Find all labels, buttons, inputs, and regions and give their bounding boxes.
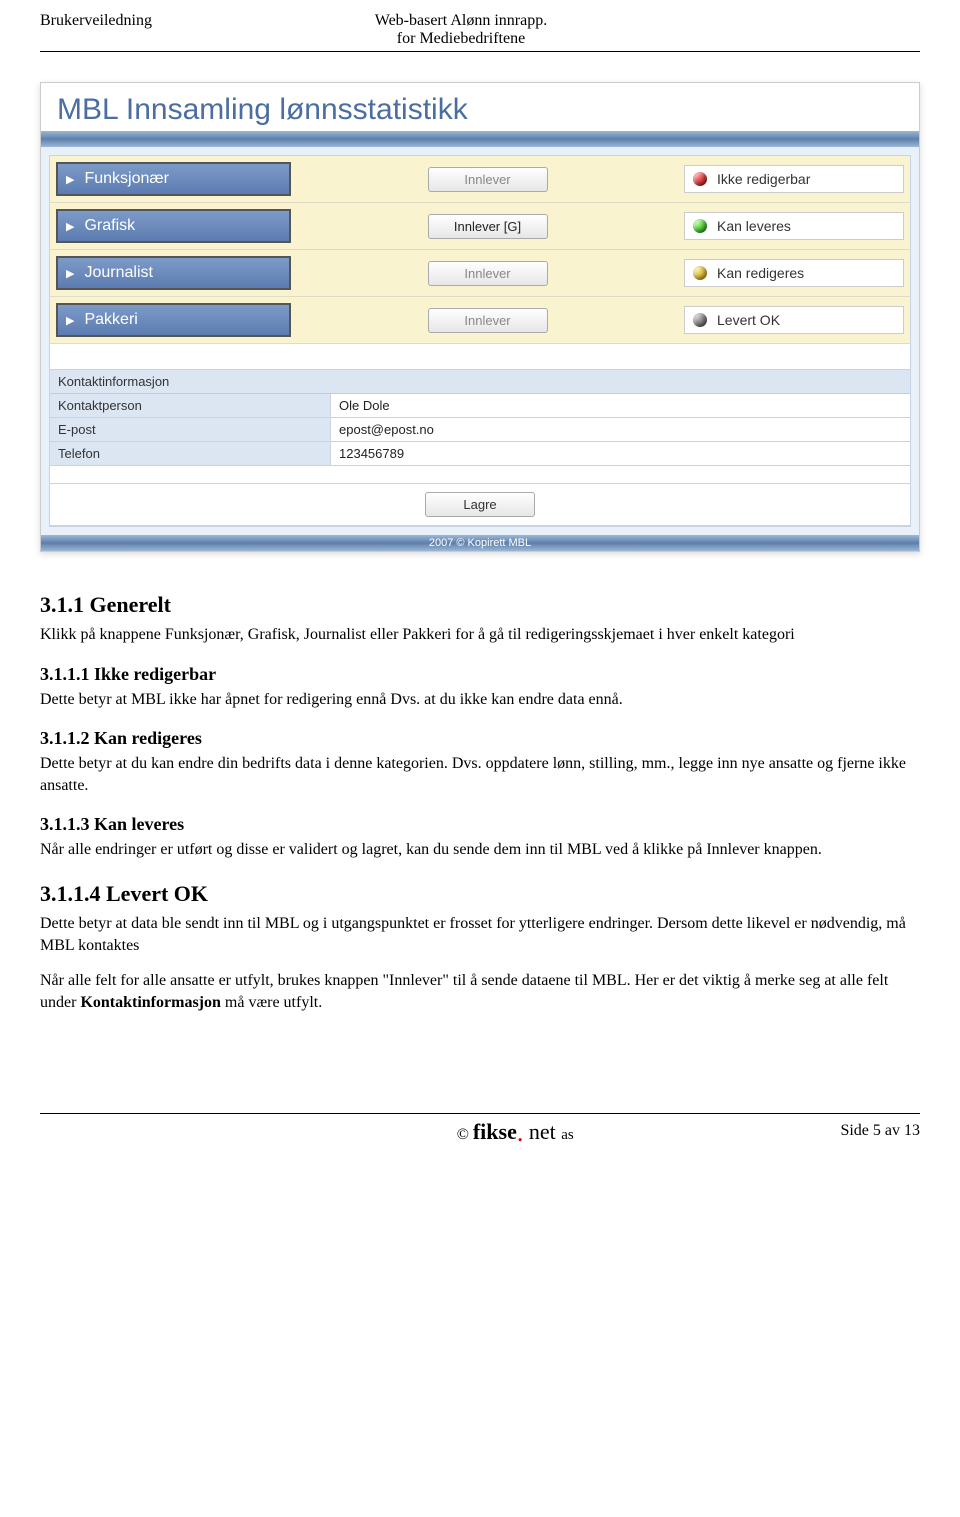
status-text: Ikke redigerbar [717,171,810,187]
innlever-cell: Innlever [301,167,674,192]
save-row: Lagre [50,484,910,526]
spacer-row [50,466,910,484]
subsection-heading-3113: 3.1.1.3 Kan leveres [40,814,920,835]
contact-field-label: Kontaktperson [50,394,330,417]
section-text-311: Klikk på knappene Funksjonær, Grafisk, J… [40,624,920,646]
category-label: Pakkeri [84,311,137,329]
subsection-heading-3111: 3.1.1.1 Ikke redigerbar [40,664,920,685]
category-button-journalist[interactable]: ▶ Journalist [56,256,291,290]
contact-field-row: Kontaktperson Ole Dole [50,394,910,418]
document-header: Brukerveiledning Web-basert Alønn innrap… [40,12,920,50]
category-row: ▶ Pakkeri Innlever Levert OK [50,297,910,344]
contact-section-header: Kontaktinformasjon [50,370,910,394]
subsection-text-3111: Dette betyr at MBL ikke har åpnet for re… [40,689,920,711]
category-row: ▶ Journalist Innlever Kan redigeres [50,250,910,297]
status-text: Kan leveres [717,218,791,234]
category-label: Funksjonær [84,170,168,188]
category-button-pakkeri[interactable]: ▶ Pakkeri [56,303,291,337]
document-footer: © fikse. net as Side 5 av 13 [40,1113,920,1146]
innlever-cell: Innlever [301,308,674,333]
innlever-button[interactable]: Innlever [428,167,548,192]
section-heading-311: 3.1.1 Generelt [40,592,920,618]
app-body: ▶ Funksjonær Innlever Ikke redigerbar ▶ … [41,147,919,535]
app-footer: 2007 © Kopirett MBL [41,535,919,551]
save-button[interactable]: Lagre [425,492,535,517]
app-inner-panel: ▶ Funksjonær Innlever Ikke redigerbar ▶ … [49,155,911,527]
status-dot-icon [693,172,707,186]
innlever-cell: Innlever [301,261,674,286]
brand-dot-icon: . [517,1118,524,1147]
header-left: Brukerveiledning [40,12,152,48]
contact-field-label: E-post [50,418,330,441]
contact-field-row: Telefon 123456789 [50,442,910,466]
text-frag-b: Kontaktinformasjon [80,994,220,1011]
category-row: ▶ Funksjonær Innlever Ikke redigerbar [50,156,910,203]
header-center-line1: Web-basert Alønn innrapp. [152,12,770,30]
contact-field-value[interactable]: 123456789 [330,442,910,465]
brand-as: as [561,1127,574,1143]
chevron-right-icon: ▶ [66,220,74,233]
spacer-row [50,344,910,370]
status-dot-icon [693,313,707,327]
subsection-heading-3112: 3.1.1.2 Kan redigeres [40,728,920,749]
subsection-text-3112: Dette betyr at du kan endre din bedrifts… [40,753,920,796]
status-cell: Ikke redigerbar [684,165,904,193]
text-frag-c: må være utfylt. [221,994,322,1011]
category-label: Grafisk [84,217,135,235]
contact-field-row: E-post epost@epost.no [50,418,910,442]
footer-brand: © fikse. net as [190,1116,840,1146]
app-titlebar: MBL Innsamling lønnsstatistikk [41,83,919,131]
app-screenshot: MBL Innsamling lønnsstatistikk ▶ Funksjo… [40,82,920,552]
contact-field-value[interactable]: epost@epost.no [330,418,910,441]
contact-field-value[interactable]: Ole Dole [330,394,910,417]
subsection-text-3113: Når alle endringer er utført og disse er… [40,839,920,861]
header-rule [40,51,920,52]
subsection-text-3114-p1: Dette betyr at data ble sendt inn til MB… [40,913,920,956]
status-text: Kan redigeres [717,265,804,281]
status-dot-icon [693,266,707,280]
innlever-button[interactable]: Innlever [428,261,548,286]
header-center: Web-basert Alønn innrapp. for Mediebedri… [152,12,770,48]
category-button-grafisk[interactable]: ▶ Grafisk [56,209,291,243]
chevron-right-icon: ▶ [66,173,74,186]
status-cell: Kan leveres [684,212,904,240]
category-label: Journalist [84,264,152,282]
header-right-spacer [770,12,920,48]
subsection-heading-3114: 3.1.1.4 Levert OK [40,881,920,907]
chevron-right-icon: ▶ [66,314,74,327]
contact-field-label: Telefon [50,442,330,465]
category-row: ▶ Grafisk Innlever [G] Kan leveres [50,203,910,250]
innlever-button[interactable]: Innlever [G] [428,214,548,239]
page-number: Side 5 av 13 [840,1122,920,1140]
brand-net: net [523,1119,561,1144]
status-cell: Levert OK [684,306,904,334]
status-dot-icon [693,219,707,233]
brand-fikse: fikse [473,1119,517,1144]
header-center-line2: for Mediebedriftene [152,30,770,48]
category-button-funksjonaer[interactable]: ▶ Funksjonær [56,162,291,196]
app-title: MBL Innsamling lønnsstatistikk [57,93,903,127]
innlever-cell: Innlever [G] [301,214,674,239]
decorative-bar-top [41,131,919,147]
status-cell: Kan redigeres [684,259,904,287]
subsection-text-3114-p2: Når alle felt for alle ansatte er utfylt… [40,970,920,1013]
status-text: Levert OK [717,312,780,328]
innlever-button[interactable]: Innlever [428,308,548,333]
chevron-right-icon: ▶ [66,267,74,280]
copyright-symbol: © [457,1126,473,1143]
footer-row: © fikse. net as Side 5 av 13 [40,1114,920,1146]
